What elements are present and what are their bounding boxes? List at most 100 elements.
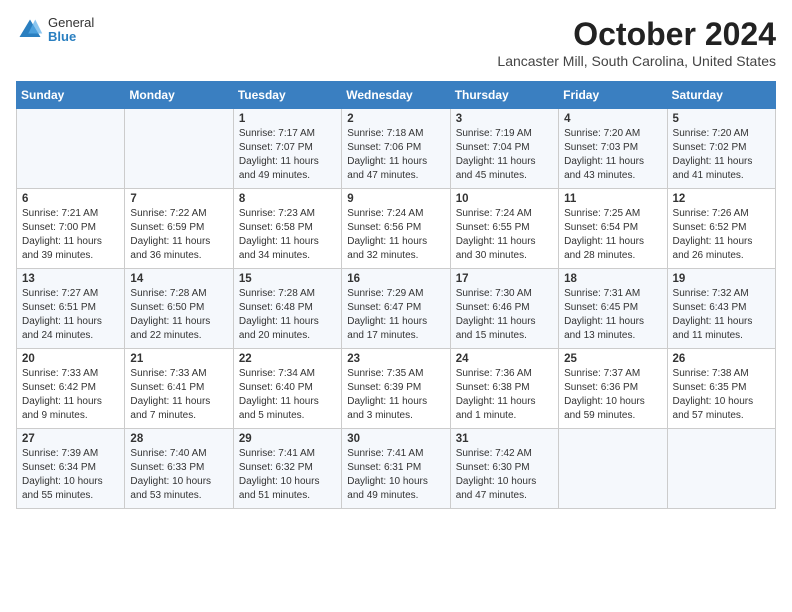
month-title: October 2024 bbox=[497, 16, 776, 53]
logo: General Blue bbox=[16, 16, 94, 45]
day-number: 8 bbox=[239, 193, 336, 205]
cell-content: Sunrise: 7:20 AM Sunset: 7:03 PM Dayligh… bbox=[564, 127, 661, 183]
cell-content: Sunrise: 7:19 AM Sunset: 7:04 PM Dayligh… bbox=[456, 127, 553, 183]
cell-content: Sunrise: 7:42 AM Sunset: 6:30 PM Dayligh… bbox=[456, 447, 553, 503]
day-number: 22 bbox=[239, 353, 336, 365]
week-row-3: 13 Sunrise: 7:27 AM Sunset: 6:51 PM Dayli… bbox=[17, 269, 776, 349]
day-number: 11 bbox=[564, 193, 661, 205]
cell-content: Sunrise: 7:23 AM Sunset: 6:58 PM Dayligh… bbox=[239, 207, 336, 263]
calendar-cell: 11 Sunrise: 7:25 AM Sunset: 6:54 PM Dayli… bbox=[559, 189, 667, 269]
header-monday: Monday bbox=[125, 82, 233, 109]
day-number: 25 bbox=[564, 353, 661, 365]
day-number: 27 bbox=[22, 433, 119, 445]
calendar-header: SundayMondayTuesdayWednesdayThursdayFrid… bbox=[17, 82, 776, 109]
cell-content: Sunrise: 7:39 AM Sunset: 6:34 PM Dayligh… bbox=[22, 447, 119, 503]
day-number: 21 bbox=[130, 353, 227, 365]
cell-content: Sunrise: 7:33 AM Sunset: 6:41 PM Dayligh… bbox=[130, 367, 227, 423]
cell-content: Sunrise: 7:40 AM Sunset: 6:33 PM Dayligh… bbox=[130, 447, 227, 503]
cell-content: Sunrise: 7:34 AM Sunset: 6:40 PM Dayligh… bbox=[239, 367, 336, 423]
cell-content: Sunrise: 7:37 AM Sunset: 6:36 PM Dayligh… bbox=[564, 367, 661, 423]
calendar-cell: 2Sunrise: 7:18 AM Sunset: 7:06 PM Daylig… bbox=[342, 109, 450, 189]
day-number: 9 bbox=[347, 193, 444, 205]
calendar-cell: 29 Sunrise: 7:41 AM Sunset: 6:32 PM Dayli… bbox=[233, 429, 341, 509]
logo-blue-text: Blue bbox=[48, 30, 94, 44]
day-number: 26 bbox=[673, 353, 770, 365]
day-number: 17 bbox=[456, 273, 553, 285]
calendar-cell: 7Sunrise: 7:22 AM Sunset: 6:59 PM Daylig… bbox=[125, 189, 233, 269]
day-number: 12 bbox=[673, 193, 770, 205]
calendar-cell: 20 Sunrise: 7:33 AM Sunset: 6:42 PM Dayli… bbox=[17, 349, 125, 429]
cell-content: Sunrise: 7:27 AM Sunset: 6:51 PM Dayligh… bbox=[22, 287, 119, 343]
day-number: 31 bbox=[456, 433, 553, 445]
calendar-cell: 24Sunrise: 7:36 AM Sunset: 6:38 PM Dayli… bbox=[450, 349, 558, 429]
day-number: 10 bbox=[456, 193, 553, 205]
calendar-cell: 22 Sunrise: 7:34 AM Sunset: 6:40 PM Dayli… bbox=[233, 349, 341, 429]
cell-content: Sunrise: 7:26 AM Sunset: 6:52 PM Dayligh… bbox=[673, 207, 770, 263]
logo-icon bbox=[16, 16, 44, 44]
cell-content: Sunrise: 7:24 AM Sunset: 6:56 PM Dayligh… bbox=[347, 207, 444, 263]
calendar-cell bbox=[125, 109, 233, 189]
day-number: 15 bbox=[239, 273, 336, 285]
day-number: 6 bbox=[22, 193, 119, 205]
calendar-cell: 12 Sunrise: 7:26 AM Sunset: 6:52 PM Dayli… bbox=[667, 189, 775, 269]
day-number: 4 bbox=[564, 113, 661, 125]
day-number: 3 bbox=[456, 113, 553, 125]
header-saturday: Saturday bbox=[667, 82, 775, 109]
calendar-cell: 31 Sunrise: 7:42 AM Sunset: 6:30 PM Dayli… bbox=[450, 429, 558, 509]
calendar-cell: 5 Sunrise: 7:20 AM Sunset: 7:02 PM Daylig… bbox=[667, 109, 775, 189]
day-number: 20 bbox=[22, 353, 119, 365]
cell-content: Sunrise: 7:28 AM Sunset: 6:48 PM Dayligh… bbox=[239, 287, 336, 343]
cell-content: Sunrise: 7:30 AM Sunset: 6:46 PM Dayligh… bbox=[456, 287, 553, 343]
header-wednesday: Wednesday bbox=[342, 82, 450, 109]
calendar-cell: 13 Sunrise: 7:27 AM Sunset: 6:51 PM Dayli… bbox=[17, 269, 125, 349]
logo-general-text: General bbox=[48, 16, 94, 30]
calendar-cell: 14 Sunrise: 7:28 AM Sunset: 6:50 PM Dayli… bbox=[125, 269, 233, 349]
cell-content: Sunrise: 7:17 AM Sunset: 7:07 PM Dayligh… bbox=[239, 127, 336, 183]
calendar-cell: 15 Sunrise: 7:28 AM Sunset: 6:48 PM Dayli… bbox=[233, 269, 341, 349]
header-thursday: Thursday bbox=[450, 82, 558, 109]
calendar-cell: 8 Sunrise: 7:23 AM Sunset: 6:58 PM Daylig… bbox=[233, 189, 341, 269]
cell-content: Sunrise: 7:31 AM Sunset: 6:45 PM Dayligh… bbox=[564, 287, 661, 343]
cell-content: Sunrise: 7:24 AM Sunset: 6:55 PM Dayligh… bbox=[456, 207, 553, 263]
calendar-cell: 23Sunrise: 7:35 AM Sunset: 6:39 PM Dayli… bbox=[342, 349, 450, 429]
calendar-cell: 10 Sunrise: 7:24 AM Sunset: 6:55 PM Dayli… bbox=[450, 189, 558, 269]
calendar-table: SundayMondayTuesdayWednesdayThursdayFrid… bbox=[16, 81, 776, 509]
calendar-body: 1Sunrise: 7:17 AM Sunset: 7:07 PM Daylig… bbox=[17, 109, 776, 509]
title-block: October 2024 Lancaster Mill, South Carol… bbox=[497, 16, 776, 69]
day-number: 29 bbox=[239, 433, 336, 445]
calendar-cell: 18Sunrise: 7:31 AM Sunset: 6:45 PM Dayli… bbox=[559, 269, 667, 349]
calendar-cell: 19Sunrise: 7:32 AM Sunset: 6:43 PM Dayli… bbox=[667, 269, 775, 349]
header-tuesday: Tuesday bbox=[233, 82, 341, 109]
day-number: 30 bbox=[347, 433, 444, 445]
week-row-1: 1Sunrise: 7:17 AM Sunset: 7:07 PM Daylig… bbox=[17, 109, 776, 189]
calendar-cell: 6 Sunrise: 7:21 AM Sunset: 7:00 PM Daylig… bbox=[17, 189, 125, 269]
calendar-cell: 9 Sunrise: 7:24 AM Sunset: 6:56 PM Daylig… bbox=[342, 189, 450, 269]
calendar-cell: 30Sunrise: 7:41 AM Sunset: 6:31 PM Dayli… bbox=[342, 429, 450, 509]
calendar-cell: 17 Sunrise: 7:30 AM Sunset: 6:46 PM Dayli… bbox=[450, 269, 558, 349]
cell-content: Sunrise: 7:25 AM Sunset: 6:54 PM Dayligh… bbox=[564, 207, 661, 263]
day-number: 28 bbox=[130, 433, 227, 445]
cell-content: Sunrise: 7:28 AM Sunset: 6:50 PM Dayligh… bbox=[130, 287, 227, 343]
calendar-cell bbox=[559, 429, 667, 509]
cell-content: Sunrise: 7:21 AM Sunset: 7:00 PM Dayligh… bbox=[22, 207, 119, 263]
day-number: 24 bbox=[456, 353, 553, 365]
cell-content: Sunrise: 7:29 AM Sunset: 6:47 PM Dayligh… bbox=[347, 287, 444, 343]
day-number: 13 bbox=[22, 273, 119, 285]
day-number: 5 bbox=[673, 113, 770, 125]
calendar-cell: 21 Sunrise: 7:33 AM Sunset: 6:41 PM Dayli… bbox=[125, 349, 233, 429]
week-row-2: 6 Sunrise: 7:21 AM Sunset: 7:00 PM Daylig… bbox=[17, 189, 776, 269]
cell-content: Sunrise: 7:38 AM Sunset: 6:35 PM Dayligh… bbox=[673, 367, 770, 423]
cell-content: Sunrise: 7:20 AM Sunset: 7:02 PM Dayligh… bbox=[673, 127, 770, 183]
day-number: 16 bbox=[347, 273, 444, 285]
cell-content: Sunrise: 7:33 AM Sunset: 6:42 PM Dayligh… bbox=[22, 367, 119, 423]
cell-content: Sunrise: 7:35 AM Sunset: 6:39 PM Dayligh… bbox=[347, 367, 444, 423]
day-number: 14 bbox=[130, 273, 227, 285]
calendar-cell bbox=[17, 109, 125, 189]
location: Lancaster Mill, South Carolina, United S… bbox=[497, 53, 776, 69]
calendar-cell: 4 Sunrise: 7:20 AM Sunset: 7:03 PM Daylig… bbox=[559, 109, 667, 189]
week-row-5: 27 Sunrise: 7:39 AM Sunset: 6:34 PM Dayli… bbox=[17, 429, 776, 509]
week-row-4: 20 Sunrise: 7:33 AM Sunset: 6:42 PM Dayli… bbox=[17, 349, 776, 429]
calendar-cell: 27 Sunrise: 7:39 AM Sunset: 6:34 PM Dayli… bbox=[17, 429, 125, 509]
cell-content: Sunrise: 7:41 AM Sunset: 6:32 PM Dayligh… bbox=[239, 447, 336, 503]
header-sunday: Sunday bbox=[17, 82, 125, 109]
